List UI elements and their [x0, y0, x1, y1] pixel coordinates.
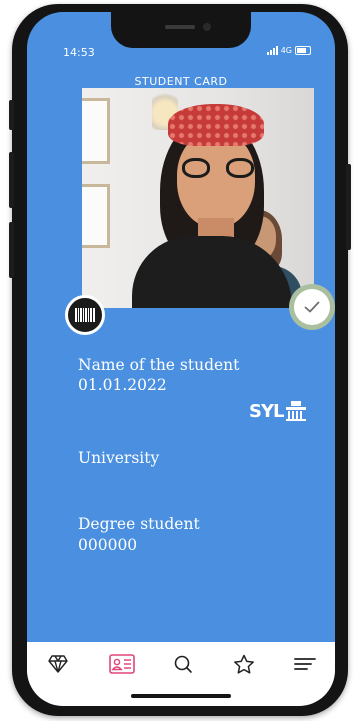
notch	[111, 12, 251, 48]
temple-icon	[286, 401, 307, 421]
silent-switch	[9, 100, 14, 130]
status-indicators: 4G	[266, 46, 311, 55]
card-date: 01.01.2022	[78, 376, 167, 394]
diamond-icon	[48, 655, 68, 673]
nav-item-favorites[interactable]	[229, 652, 259, 676]
nav-item-search[interactable]	[168, 652, 198, 676]
network-type: 4G	[280, 46, 292, 55]
university-name: University	[78, 449, 160, 467]
nav-item-benefits[interactable]	[43, 652, 73, 676]
check-icon	[304, 301, 320, 313]
student-name: Name of the student	[78, 356, 240, 374]
student-photo	[82, 88, 314, 308]
speaker	[165, 25, 195, 29]
bottom-nav	[27, 642, 335, 706]
front-camera	[203, 23, 211, 31]
student-number: 000000	[78, 536, 138, 554]
home-indicator[interactable]	[131, 694, 231, 698]
signal-icon	[266, 46, 278, 55]
nav-item-student-card[interactable]	[107, 652, 137, 676]
phone-screen: 14:53 4G STUDENT CARD Name of the studen…	[27, 12, 335, 706]
star-icon	[234, 654, 254, 674]
battery-icon	[295, 46, 311, 55]
volume-down-button	[9, 222, 14, 278]
power-button	[346, 164, 351, 250]
verified-badge	[289, 284, 335, 330]
nav-item-menu[interactable]	[290, 652, 320, 676]
card-title: STUDENT CARD	[134, 75, 228, 88]
search-icon	[174, 655, 192, 673]
barcode-button[interactable]	[65, 295, 105, 335]
volume-up-button	[9, 152, 14, 208]
barcode-icon	[75, 308, 95, 322]
syl-logo-text: SYL	[249, 400, 284, 422]
menu-icon	[294, 658, 316, 670]
degree-label: Degree student	[78, 515, 200, 533]
id-card-icon	[109, 654, 135, 674]
syl-logo: SYL	[249, 400, 307, 422]
status-time: 14:53	[63, 46, 95, 59]
